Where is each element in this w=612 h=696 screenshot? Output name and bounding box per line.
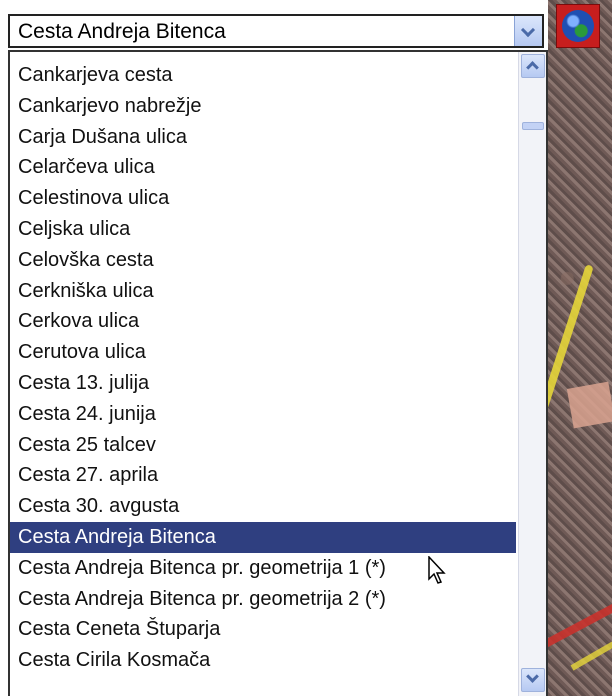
list-item[interactable]: Celarčeva ulica [10, 152, 516, 183]
list-item[interactable]: Celovška cesta [10, 245, 516, 276]
map-road [570, 635, 612, 671]
map-road [548, 599, 612, 649]
street-combobox[interactable]: Cesta Andreja Bitenca [8, 14, 544, 48]
list-item[interactable]: Cerutova ulica [10, 337, 516, 368]
mouse-pointer-icon [428, 555, 448, 586]
list-item[interactable]: Cesta 13. julija [10, 368, 516, 399]
scroll-up-button[interactable] [521, 54, 545, 78]
list-scrollbar[interactable] [518, 52, 546, 696]
map-road [548, 264, 594, 476]
list-item[interactable]: Celjska ulica [10, 214, 516, 245]
list-item[interactable]: Cankarjeva cesta [10, 60, 516, 91]
globe-icon [562, 10, 594, 42]
chevron-up-icon [526, 61, 539, 74]
chevron-down-icon [520, 22, 536, 38]
globe-button[interactable] [556, 4, 600, 48]
list-item[interactable]: Cesta Cirila Kosmača [10, 645, 516, 676]
list-item[interactable]: Cerkova ulica [10, 306, 516, 337]
list-item[interactable]: Celestinova ulica [10, 183, 516, 214]
list-item[interactable]: Cesta 27. aprila [10, 460, 516, 491]
list-item[interactable]: Cesta Ceneta Štuparja [10, 614, 516, 645]
street-dropdown-list[interactable]: Cankarjeva cesta Cankarjevo nabrežje Carja… [8, 50, 548, 696]
list-item[interactable]: Cerkniška ulica [10, 276, 516, 307]
map-view[interactable] [548, 0, 612, 696]
list-item[interactable]: Cankarjevo nabrežje [10, 91, 516, 122]
list-item[interactable]: Cesta 30. avgusta [10, 491, 516, 522]
combo-selected-value: Cesta Andreja Bitenca [18, 20, 226, 43]
list-item[interactable]: Cesta Andreja Bitenca pr. geometrija 2 (… [10, 584, 516, 615]
dropdown-toggle-button[interactable] [514, 16, 542, 46]
map-area [566, 381, 612, 429]
list-item[interactable]: Cesta 24. junija [10, 399, 516, 430]
chevron-down-icon [526, 670, 539, 683]
list-item[interactable]: Carja Dušana ulica [10, 122, 516, 153]
list-item[interactable]: Cesta 25 talcev [10, 430, 516, 461]
list-item[interactable]: Cesta Andreja Bitenca [10, 521, 516, 553]
scroll-down-button[interactable] [521, 668, 545, 692]
scroll-thumb[interactable] [522, 122, 544, 130]
